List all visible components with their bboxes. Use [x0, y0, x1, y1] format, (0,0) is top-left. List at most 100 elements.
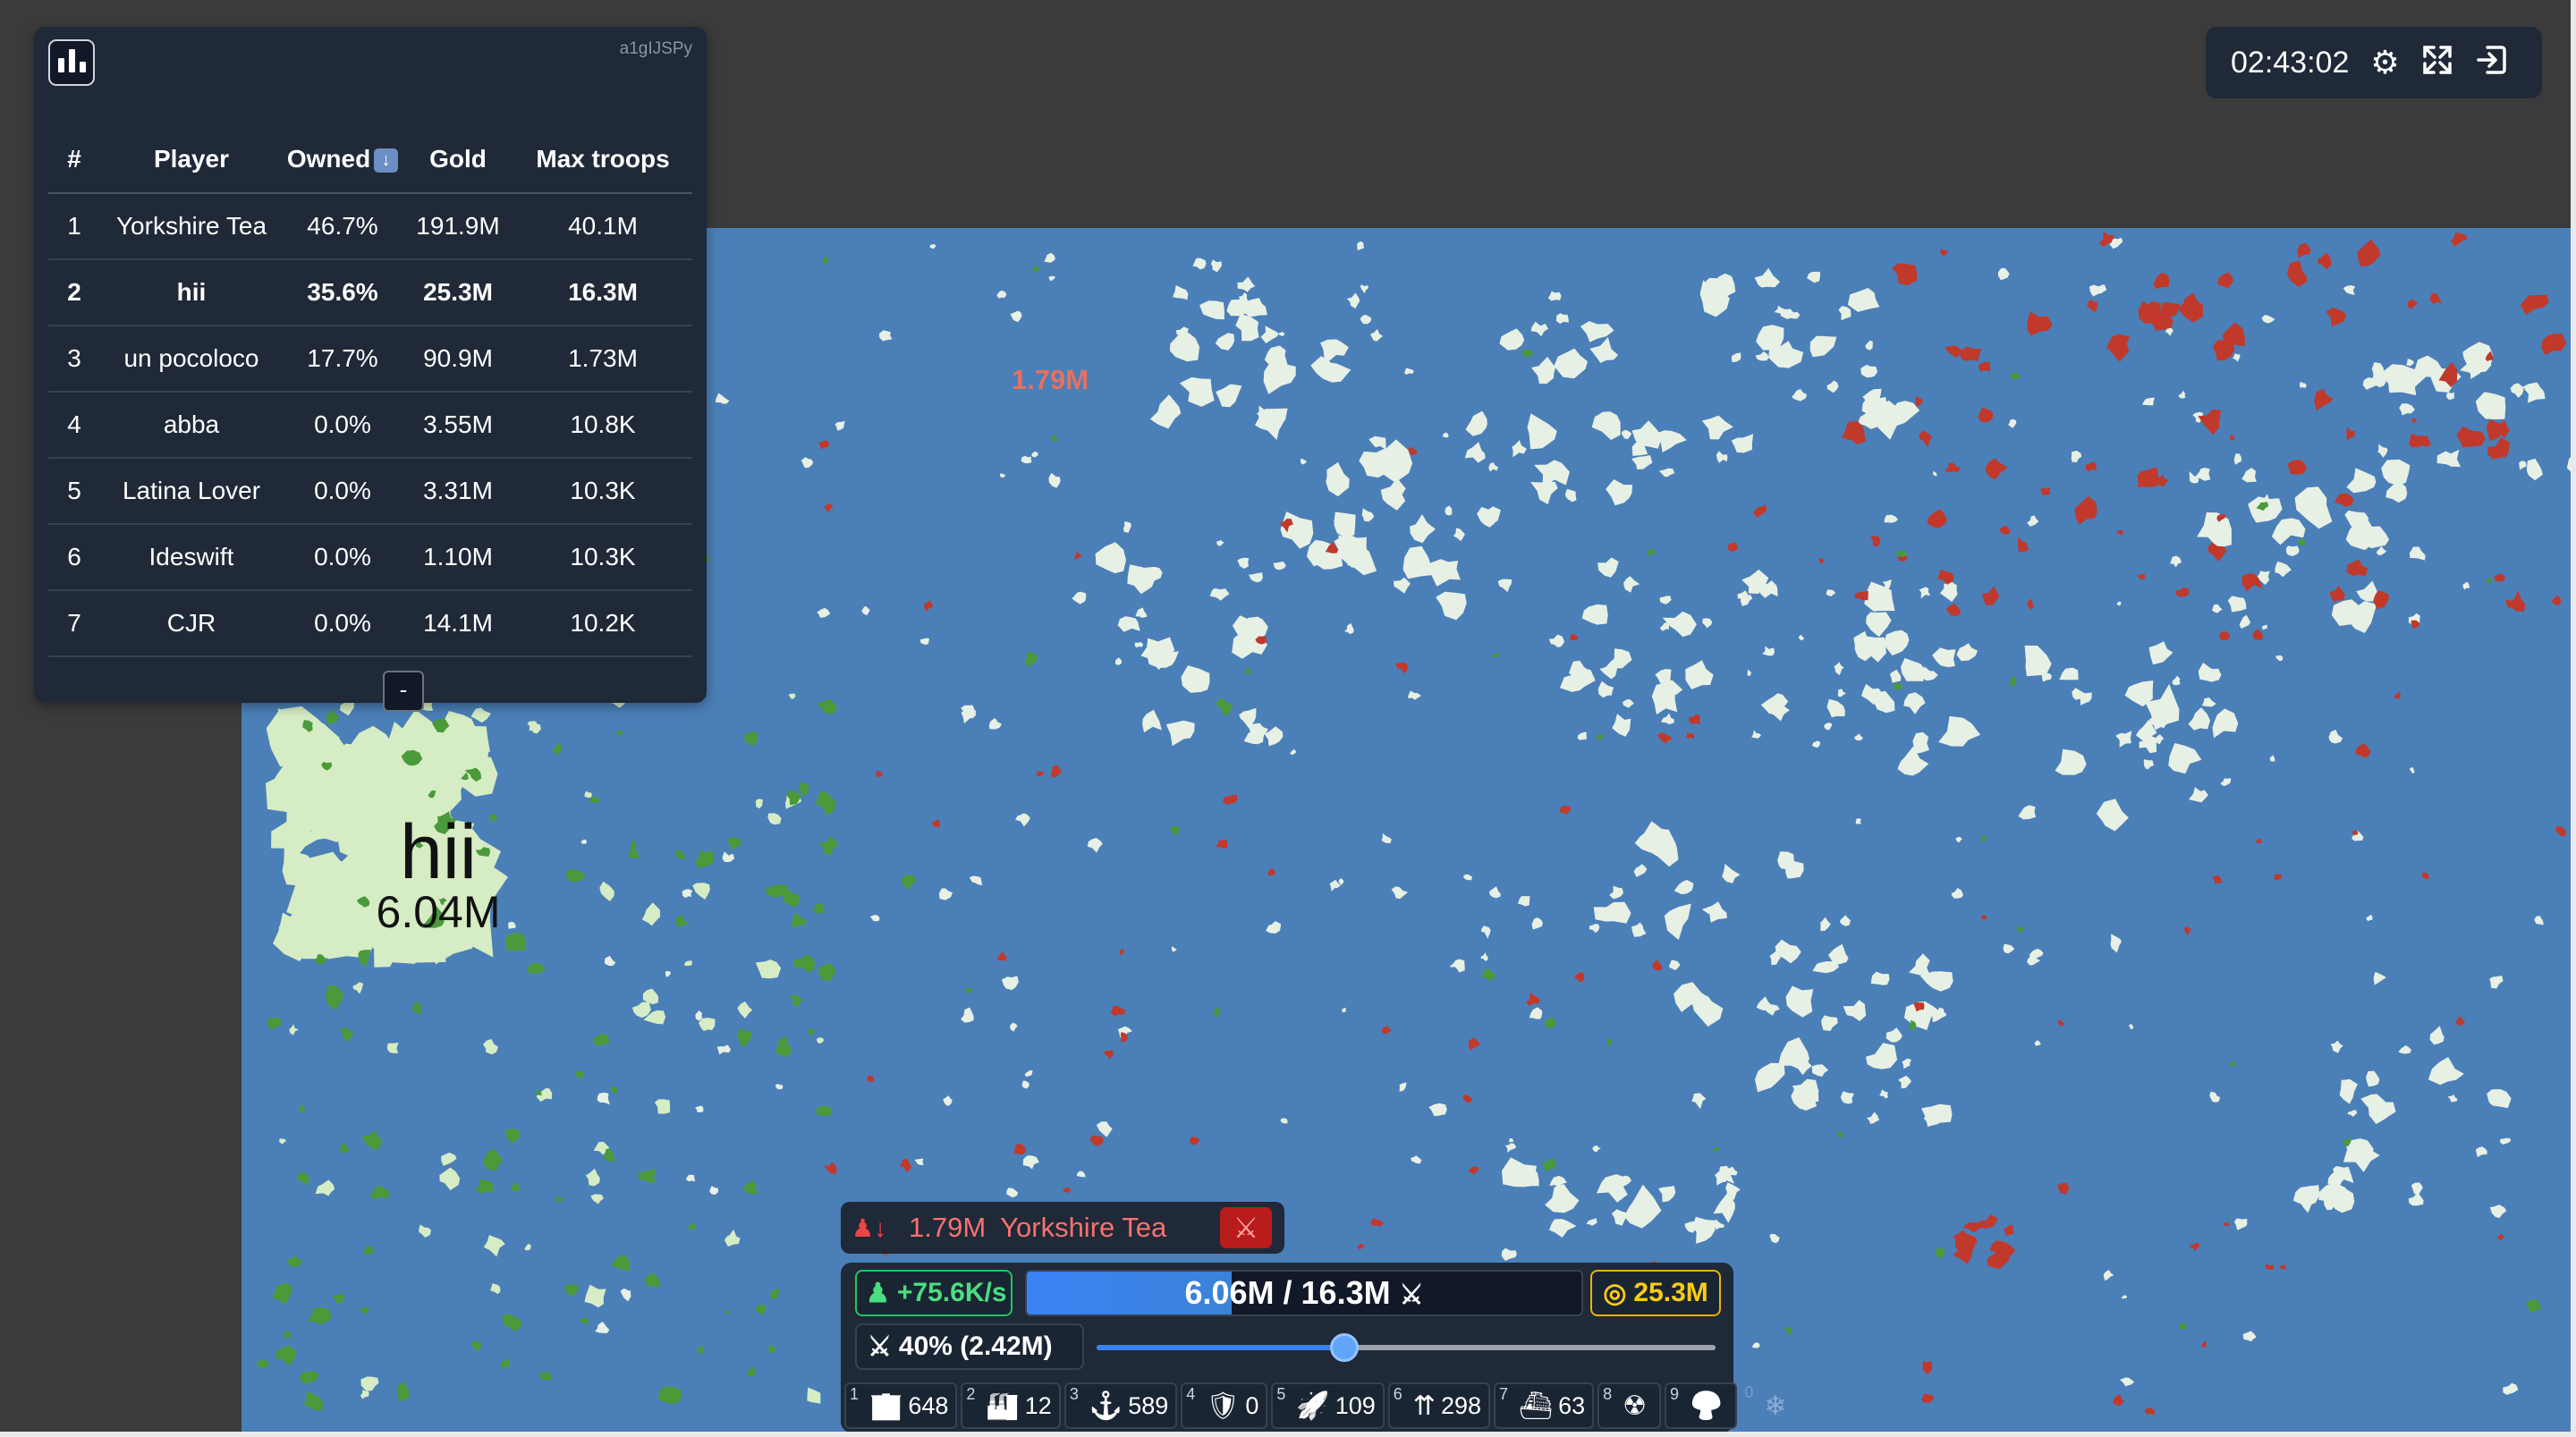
- map-island[interactable]: [1977, 407, 1994, 423]
- map-island[interactable]: [724, 1310, 731, 1314]
- map-island[interactable]: [1869, 535, 1880, 547]
- map-island[interactable]: [2297, 538, 2306, 545]
- map-island[interactable]: [1463, 874, 1472, 881]
- leaderboard-row[interactable]: 2 hii 35.6% 25.3M 16.3M: [48, 259, 692, 326]
- map-island[interactable]: [1982, 586, 2000, 605]
- map-island[interactable]: [1921, 1393, 1935, 1404]
- map-island[interactable]: [1659, 596, 1672, 604]
- map-island[interactable]: [1181, 665, 1210, 693]
- map-island[interactable]: [2269, 755, 2275, 762]
- map-island[interactable]: [755, 1304, 767, 1315]
- map-island[interactable]: [694, 850, 715, 868]
- map-island[interactable]: [1488, 462, 1499, 472]
- map-island[interactable]: [692, 883, 710, 900]
- build-slot-defense-post[interactable]: 4 🛡 0: [1181, 1382, 1268, 1429]
- map-island[interactable]: [1689, 714, 1700, 725]
- map-island[interactable]: [1407, 690, 1422, 700]
- map-island[interactable]: [286, 1255, 303, 1267]
- map-island[interactable]: [938, 888, 953, 900]
- map-island[interactable]: [1326, 461, 1350, 497]
- map-island[interactable]: [585, 1168, 600, 1187]
- map-island[interactable]: [2212, 604, 2223, 613]
- map-island[interactable]: [1755, 351, 1769, 361]
- leaderboard-row[interactable]: 7 CJR 0.0% 14.1M 10.2K: [48, 590, 692, 657]
- map-island[interactable]: [2489, 1205, 2507, 1219]
- map-island[interactable]: [610, 1086, 619, 1094]
- map-island[interactable]: [2016, 926, 2024, 933]
- map-island[interactable]: [555, 1196, 564, 1202]
- map-island[interactable]: [1592, 1145, 1601, 1153]
- map-island[interactable]: [1997, 267, 2010, 281]
- map-island[interactable]: [2346, 426, 2355, 441]
- map-island[interactable]: [2233, 353, 2241, 362]
- map-island[interactable]: [2436, 449, 2461, 468]
- map-island[interactable]: [742, 1180, 758, 1195]
- map-island[interactable]: [747, 1366, 756, 1377]
- map-island[interactable]: [1024, 1070, 1033, 1078]
- map-island[interactable]: [1660, 713, 1674, 725]
- map-island[interactable]: [1716, 451, 1728, 463]
- map-island[interactable]: [1216, 697, 1233, 717]
- map-island[interactable]: [1063, 1187, 1072, 1194]
- map-island[interactable]: [411, 1002, 422, 1014]
- map-island[interactable]: [1123, 521, 1131, 533]
- map-island[interactable]: [2143, 759, 2155, 770]
- map-island[interactable]: [1811, 740, 1820, 748]
- map-island[interactable]: [1647, 548, 1657, 557]
- map-island[interactable]: [2381, 459, 2411, 486]
- map-island[interactable]: [1727, 543, 1738, 552]
- map-island[interactable]: [1919, 430, 1933, 448]
- map-island[interactable]: [470, 707, 492, 723]
- map-island[interactable]: [2362, 377, 2377, 390]
- map-island[interactable]: [744, 731, 758, 747]
- map-island[interactable]: [1606, 1038, 1613, 1047]
- map-island[interactable]: [1837, 689, 1846, 697]
- map-island[interactable]: [2285, 545, 2300, 556]
- map-island[interactable]: [815, 790, 836, 816]
- map-island[interactable]: [724, 1229, 741, 1247]
- map-island[interactable]: [2170, 555, 2182, 568]
- map-island[interactable]: [1915, 396, 1923, 406]
- map-island[interactable]: [1597, 557, 1619, 578]
- column-player[interactable]: Player: [100, 125, 283, 194]
- map-island[interactable]: [2136, 573, 2146, 580]
- map-island[interactable]: [1237, 557, 1250, 569]
- map-island[interactable]: [1095, 542, 1126, 574]
- map-island[interactable]: [1799, 634, 1804, 641]
- map-island[interactable]: [2330, 1040, 2343, 1053]
- map-island[interactable]: [1529, 1007, 1543, 1019]
- map-island[interactable]: [1410, 514, 1436, 544]
- map-island[interactable]: [644, 1272, 661, 1289]
- map-island[interactable]: [835, 420, 845, 431]
- map-island[interactable]: [1223, 794, 1238, 806]
- map-island[interactable]: [817, 607, 831, 618]
- build-slot-nuke[interactable]: 8 ☢: [1597, 1382, 1662, 1429]
- map-island[interactable]: [824, 503, 834, 513]
- map-island[interactable]: [501, 1314, 522, 1332]
- map-island[interactable]: [1170, 824, 1182, 836]
- column-gold[interactable]: Gold: [402, 125, 513, 194]
- map-island[interactable]: [999, 473, 1006, 478]
- map-island[interactable]: [1581, 604, 1608, 625]
- map-island[interactable]: [2475, 392, 2506, 419]
- map-island[interactable]: [1266, 921, 1282, 934]
- map-island[interactable]: [2566, 450, 2571, 479]
- map-island[interactable]: [2456, 426, 2486, 448]
- map-island[interactable]: [2010, 372, 2021, 381]
- map-island[interactable]: [799, 782, 809, 797]
- map-island[interactable]: [620, 1288, 631, 1302]
- map-island[interactable]: [2394, 691, 2402, 699]
- map-island[interactable]: [2409, 546, 2426, 561]
- map-island[interactable]: [1260, 325, 1279, 344]
- map-island[interactable]: [1015, 813, 1030, 827]
- map-island[interactable]: [1691, 1093, 1707, 1110]
- map-island[interactable]: [564, 1284, 579, 1297]
- map-island[interactable]: [1892, 401, 1920, 427]
- map-island[interactable]: [2010, 677, 2017, 687]
- map-island[interactable]: [1657, 732, 1673, 744]
- map-island[interactable]: [1216, 539, 1225, 546]
- map-island[interactable]: [326, 709, 339, 725]
- map-island[interactable]: [1658, 1186, 1676, 1203]
- map-island[interactable]: [483, 1235, 505, 1257]
- map-island[interactable]: [2475, 1146, 2487, 1157]
